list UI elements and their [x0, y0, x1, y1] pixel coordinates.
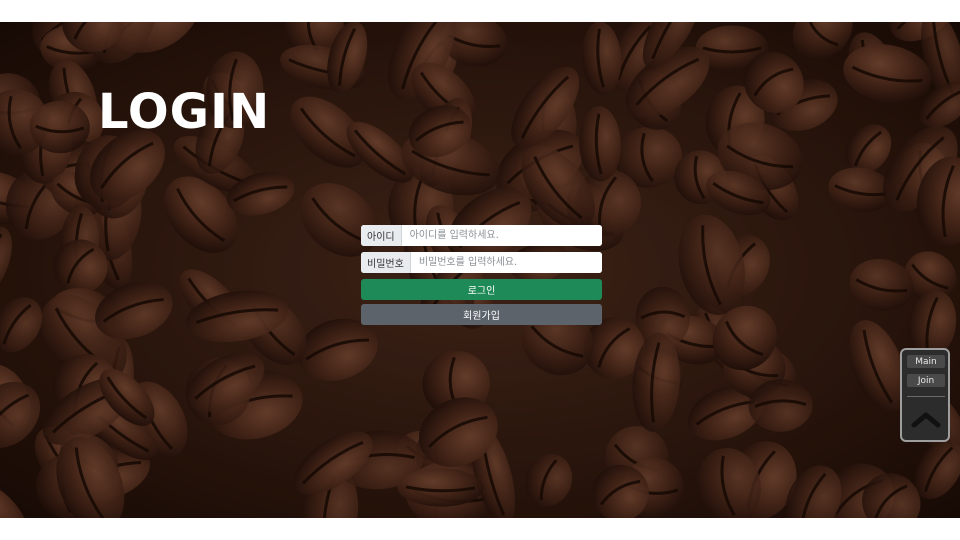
id-label: 아이디 — [361, 225, 402, 246]
page-title: LOGIN — [98, 84, 271, 140]
id-input[interactable] — [401, 225, 602, 246]
login-button[interactable]: 로그인 — [361, 279, 602, 300]
id-field-group: 아이디 — [361, 225, 602, 246]
chevron-up-icon[interactable] — [911, 412, 941, 428]
signup-button[interactable]: 회원가입 — [361, 304, 602, 325]
login-form: 아이디 비밀번호 로그인 회원가입 — [361, 225, 602, 329]
quick-menu-divider — [907, 396, 945, 397]
hero-background: LOGIN 아이디 비밀번호 로그인 회원가입 — [0, 22, 960, 518]
main-link[interactable]: Main — [907, 355, 945, 368]
quick-menu: Main Join — [900, 348, 950, 442]
join-link[interactable]: Join — [907, 374, 945, 387]
password-field-group: 비밀번호 — [361, 252, 602, 273]
password-label: 비밀번호 — [361, 252, 411, 273]
password-input[interactable] — [410, 252, 602, 273]
